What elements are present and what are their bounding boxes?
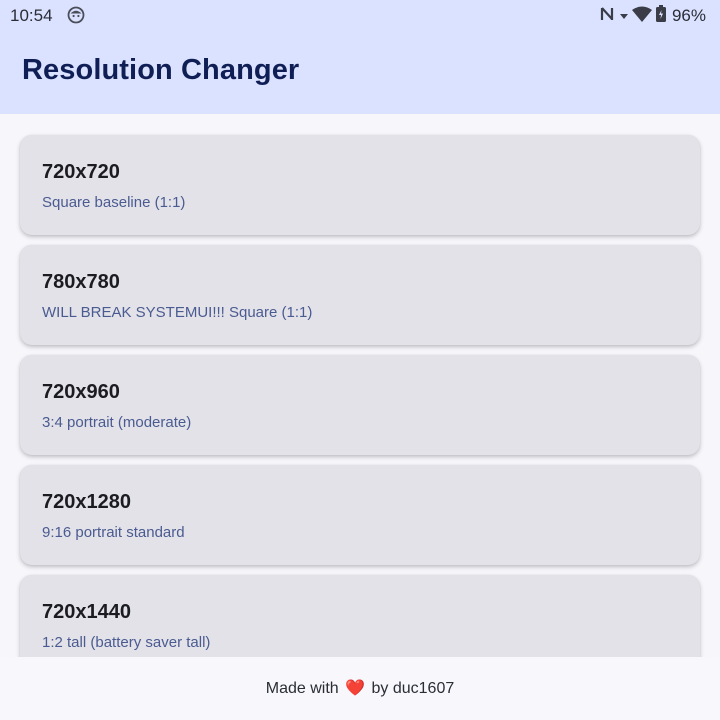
status-bar: 10:54 96%: [0, 0, 720, 32]
resolution-card-720x960[interactable]: 720x960 3:4 portrait (moderate): [20, 355, 700, 455]
signal-arrow-icon: [619, 7, 628, 25]
footer-credit: Made with ❤️ by duc1607: [0, 678, 720, 698]
resolution-title: 720x1280: [42, 491, 131, 513]
resolution-description: 9:16 portrait standard: [42, 524, 185, 541]
nfc-icon: [600, 5, 616, 28]
resolution-card-780x780[interactable]: 780x780 WILL BREAK SYSTEMUI!!! Square (1…: [20, 245, 700, 345]
page-title: Resolution Changer: [22, 54, 300, 86]
resolution-description: 3:4 portrait (moderate): [42, 414, 192, 431]
resolution-card-720x720[interactable]: 720x720 Square baseline (1:1): [20, 135, 700, 235]
resolution-card-720x1440[interactable]: 720x1440 1:2 tall (battery saver tall): [20, 575, 700, 657]
footer-prefix: Made with: [265, 680, 339, 697]
status-indicators: 96%: [600, 5, 706, 27]
battery-percent: 96%: [671, 6, 706, 25]
footer-suffix: by duc1607: [371, 680, 455, 697]
screen: 10:54 96% Resolution Changer 720x720 Squ…: [0, 0, 720, 720]
resolution-title: 720x720: [42, 161, 120, 183]
resolution-title: 780x780: [42, 271, 120, 293]
app-header: 10:54 96% Resolution Changer: [0, 0, 720, 114]
status-time: 10:54: [10, 6, 53, 25]
heart-icon: ❤️: [345, 680, 366, 697]
footer: Made with ❤️ by duc1607: [0, 657, 720, 720]
face-icon: [67, 6, 85, 24]
resolution-description: Square baseline (1:1): [42, 194, 186, 211]
battery-icon: [655, 5, 666, 27]
resolution-list[interactable]: 720x720 Square baseline (1:1) 780x780 WI…: [0, 114, 720, 657]
resolution-card-720x1280[interactable]: 720x1280 9:16 portrait standard: [20, 465, 700, 565]
wifi-icon: [631, 6, 652, 27]
resolution-title: 720x960: [42, 381, 120, 403]
resolution-description: 1:2 tall (battery saver tall): [42, 634, 211, 651]
resolution-description: WILL BREAK SYSTEMUI!!! Square (1:1): [42, 304, 313, 321]
resolution-title: 720x1440: [42, 601, 131, 623]
